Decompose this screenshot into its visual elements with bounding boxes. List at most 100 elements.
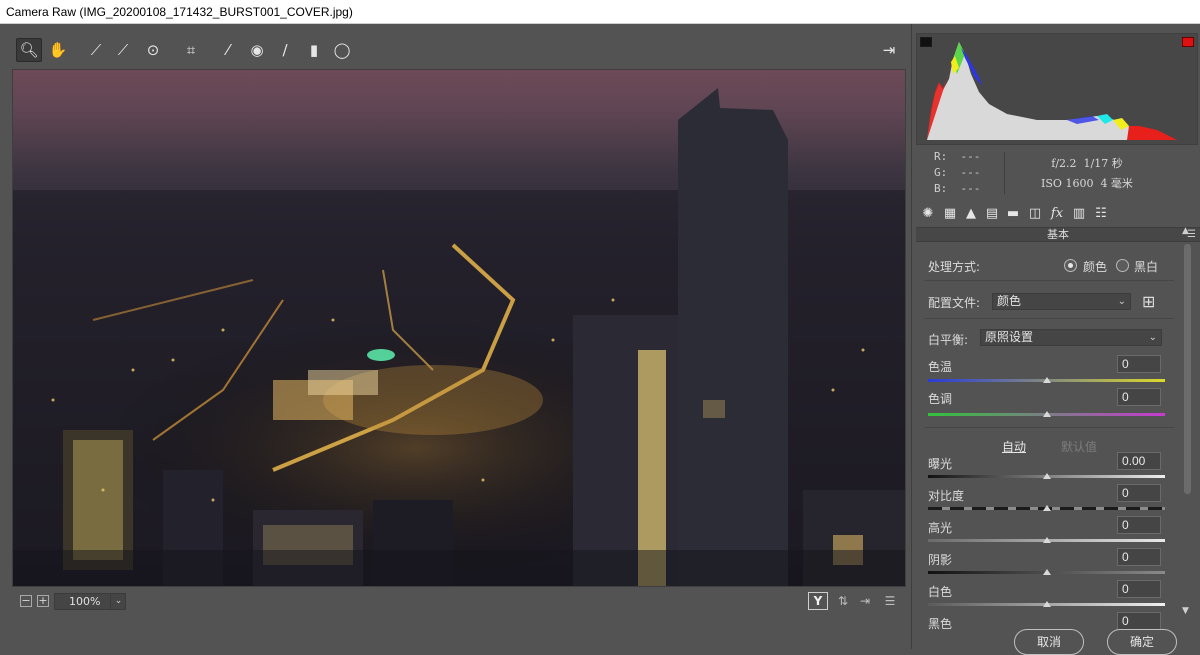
camera-calibration-icon[interactable]: ▥ xyxy=(1069,203,1089,223)
shadows-value[interactable]: 0 xyxy=(1117,548,1161,566)
preview-area: 🔍︎ ✋ ⟋ ⟋ ⊙ ⌗ ⁄ ◉ ∕ ▮ ◯ ⇥ − + 100% ⌄ Y ⇅ … xyxy=(0,24,911,649)
white-balance-label: 白平衡: xyxy=(928,333,969,347)
slider-label-highlights: 高光 xyxy=(928,521,953,535)
auto-button[interactable]: 自动 xyxy=(1002,438,1026,455)
swap-settings-icon[interactable]: ⇅ xyxy=(833,592,853,610)
copy-settings-icon[interactable]: ⇥ xyxy=(855,592,875,610)
divider xyxy=(924,280,1174,281)
open-in-photoshop-icon[interactable]: ⇥ xyxy=(876,38,902,62)
slider-label-shadows: 阴影 xyxy=(928,553,953,567)
white-balance-value: 原照设置 xyxy=(985,330,1034,344)
basic-icon[interactable]: ✺ xyxy=(918,203,938,223)
image-preview[interactable] xyxy=(12,69,906,587)
profile-browser-icon[interactable]: ⊞ xyxy=(1142,292,1155,311)
presets-icon[interactable]: ☷ xyxy=(1091,203,1111,223)
divider xyxy=(924,427,1174,428)
r-label: R: xyxy=(934,150,948,163)
hsl-icon[interactable]: ▤ xyxy=(982,203,1002,223)
r-value: --- xyxy=(960,150,981,163)
fx-icon[interactable]: fx xyxy=(1047,203,1067,223)
before-after-label: Y xyxy=(813,594,823,608)
lens-icon[interactable]: ◫ xyxy=(1025,203,1045,223)
treatment-color-label: 颜色 xyxy=(1083,260,1108,274)
iso: ISO 1600 xyxy=(1041,177,1094,190)
chevron-down-icon: ⌄ xyxy=(1148,332,1157,343)
whites-value[interactable]: 0 xyxy=(1117,580,1161,598)
treatment-bw-label: 黑白 xyxy=(1134,260,1159,274)
panel-title-text: 基本 xyxy=(1047,228,1069,241)
white-balance-icon[interactable]: ⟋ xyxy=(83,38,109,62)
preview-bottom-bar: − + 100% ⌄ Y ⇅ ⇥ ☰ xyxy=(12,590,908,614)
profile-label: 配置文件: xyxy=(928,296,981,310)
scroll-thumb[interactable] xyxy=(1184,244,1191,494)
zoom-level-value: 100% xyxy=(69,595,101,608)
focal-length: 4 毫米 xyxy=(1100,177,1133,190)
scroll-up-icon[interactable]: ▲ xyxy=(1182,226,1189,236)
histogram xyxy=(916,33,1198,145)
treatment-bw-radio[interactable] xyxy=(1116,259,1129,272)
color-sampler-icon[interactable]: ⟋ xyxy=(110,38,136,62)
zoom-out-button[interactable]: − xyxy=(20,595,32,607)
slider-label-contrast: 对比度 xyxy=(928,489,965,503)
profile-value: 颜色 xyxy=(997,294,1022,308)
b-value: --- xyxy=(960,182,981,195)
exif-info: f/2.2 1/17 秒 ISO 1600 4 毫米 xyxy=(1022,154,1152,194)
ok-button[interactable]: 确定 xyxy=(1107,629,1177,655)
temp-slider-thumb[interactable] xyxy=(1042,377,1051,383)
tint-slider-thumb[interactable] xyxy=(1042,411,1051,417)
contrast-slider-thumb[interactable] xyxy=(1042,505,1051,511)
cancel-button[interactable]: 取消 xyxy=(1014,629,1084,655)
histogram-graph xyxy=(927,42,1177,140)
slider-label-temp: 色温 xyxy=(928,360,953,374)
profile-select[interactable]: 颜色 ⌄ xyxy=(992,293,1131,310)
highlights-slider-thumb[interactable] xyxy=(1042,537,1051,543)
scroll-down-icon[interactable]: ▼ xyxy=(1182,606,1189,616)
chevron-down-icon[interactable]: ⌄ xyxy=(110,593,126,610)
slider-label-tint: 色调 xyxy=(928,392,953,406)
blacks-value[interactable]: 0 xyxy=(1117,612,1161,630)
adjustment-panel: R: --- G: --- B: --- f/2.2 1/17 秒 ISO 16… xyxy=(911,24,1200,655)
dialog-buttons: 取消 确定 xyxy=(912,629,1200,655)
zoom-in-button[interactable]: + xyxy=(37,595,49,607)
graduated-filter-icon[interactable]: ▮ xyxy=(301,38,327,62)
exposure-value[interactable]: 0.00 xyxy=(1117,452,1161,470)
basic-settings: 处理方式: 颜色 黑白 配置文件: 颜色 ⌄ ⊞ 白平衡: 原照设置 ⌄ 色温 0 … xyxy=(916,242,1178,649)
tint-value[interactable]: 0 xyxy=(1117,388,1161,406)
slider-label-whites: 白色 xyxy=(928,585,953,599)
slider-label-exposure: 曝光 xyxy=(928,457,953,471)
whites-slider-thumb[interactable] xyxy=(1042,601,1051,607)
crop-icon[interactable]: ⌗ xyxy=(178,38,204,62)
panel-scrollbar[interactable]: ▲ ▼ xyxy=(1178,224,1196,616)
readout-divider xyxy=(1004,152,1005,194)
tone-curve-icon[interactable]: ▦ xyxy=(940,203,960,223)
white-balance-select[interactable]: 原照设置 ⌄ xyxy=(980,329,1162,346)
targeted-adjustment-icon[interactable]: ⊙ xyxy=(140,38,166,62)
shadows-slider-thumb[interactable] xyxy=(1042,569,1051,575)
divider xyxy=(924,318,1174,319)
detail-icon[interactable]: ▲ xyxy=(961,203,981,223)
hand-icon[interactable]: ✋ xyxy=(45,38,71,62)
default-button[interactable]: 默认值 xyxy=(1061,438,1097,455)
panel-title: 基本 ☰ xyxy=(916,227,1200,242)
zoom-icon[interactable]: 🔍︎ xyxy=(16,38,42,62)
radial-filter-icon[interactable]: ◯ xyxy=(329,38,355,62)
toggle-settings-icon[interactable]: ☰ xyxy=(880,592,900,610)
adjustment-brush-icon[interactable]: ∕ xyxy=(272,38,298,62)
split-toning-icon[interactable]: ▬ xyxy=(1003,203,1023,223)
city-night-photo xyxy=(13,70,905,586)
red-eye-icon[interactable]: ◉ xyxy=(244,38,270,62)
spot-removal-icon[interactable]: ⁄ xyxy=(215,38,241,62)
exposure-slider-thumb[interactable] xyxy=(1042,473,1051,479)
g-label: G: xyxy=(934,166,948,179)
g-value: --- xyxy=(960,166,981,179)
chevron-down-icon: ⌄ xyxy=(1117,296,1126,307)
treatment-label: 处理方式: xyxy=(928,260,981,274)
contrast-value[interactable]: 0 xyxy=(1117,484,1161,502)
before-after-button[interactable]: Y xyxy=(808,592,828,610)
treatment-color-radio[interactable] xyxy=(1064,259,1077,272)
highlights-value[interactable]: 0 xyxy=(1117,516,1161,534)
toolbar: 🔍︎ ✋ ⟋ ⟋ ⊙ ⌗ ⁄ ◉ ∕ ▮ ◯ ⇥ xyxy=(12,36,908,64)
temp-value[interactable]: 0 xyxy=(1117,355,1161,373)
aperture: f/2.2 xyxy=(1051,157,1077,170)
window-title: Camera Raw (IMG_20200108_171432_BURST001… xyxy=(0,0,1200,24)
